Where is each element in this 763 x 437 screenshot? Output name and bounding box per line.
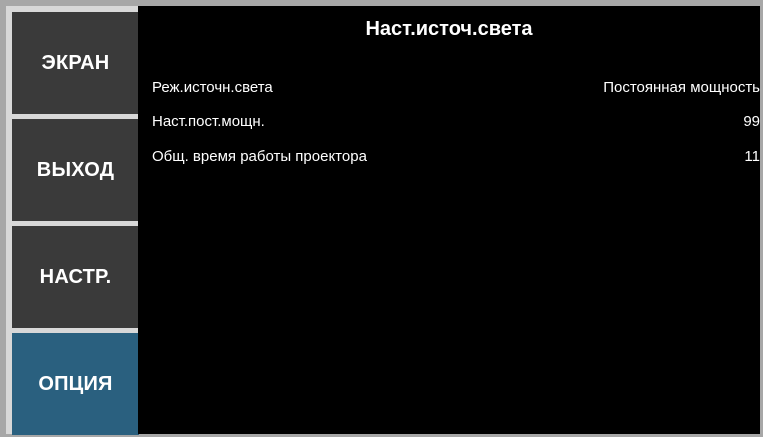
tab-vykhod-label: ВЫХОД	[36, 158, 115, 181]
tab-nastr-label: НАСТР.	[39, 265, 112, 288]
tab-optsiya[interactable]: ОПЦИЯ	[12, 333, 139, 435]
projector-runtime-label: Общ. время работы проектора	[152, 148, 367, 165]
light-source-mode-value: Постоянная мощность	[603, 79, 760, 96]
projector-runtime-row: Общ. время работы проектора 11	[152, 145, 760, 169]
constant-power-setting-row[interactable]: Наст.пост.мощн. 99	[152, 110, 760, 134]
tab-ekran[interactable]: ЭКРАН	[12, 12, 139, 114]
constant-power-setting-value: 99	[743, 113, 760, 130]
projector-runtime-value: 11	[744, 148, 760, 165]
menu-sidebar: ЭКРАН ВЫХОД НАСТР. ОПЦИЯ	[6, 6, 139, 435]
tab-nastr[interactable]: НАСТР.	[12, 226, 139, 328]
tab-ekran-label: ЭКРАН	[41, 51, 110, 74]
light-source-mode-row[interactable]: Реж.источн.света Постоянная мощность	[152, 76, 760, 100]
constant-power-setting-label: Наст.пост.мощн.	[152, 113, 265, 130]
tab-optsiya-label: ОПЦИЯ	[38, 372, 113, 395]
panel-title: Наст.источ.света	[365, 18, 533, 40]
light-source-mode-label: Реж.источн.света	[152, 79, 273, 96]
tab-vykhod[interactable]: ВЫХОД	[12, 119, 139, 221]
settings-panel: Наст.источ.света Реж.источн.света Постоя…	[138, 6, 760, 434]
